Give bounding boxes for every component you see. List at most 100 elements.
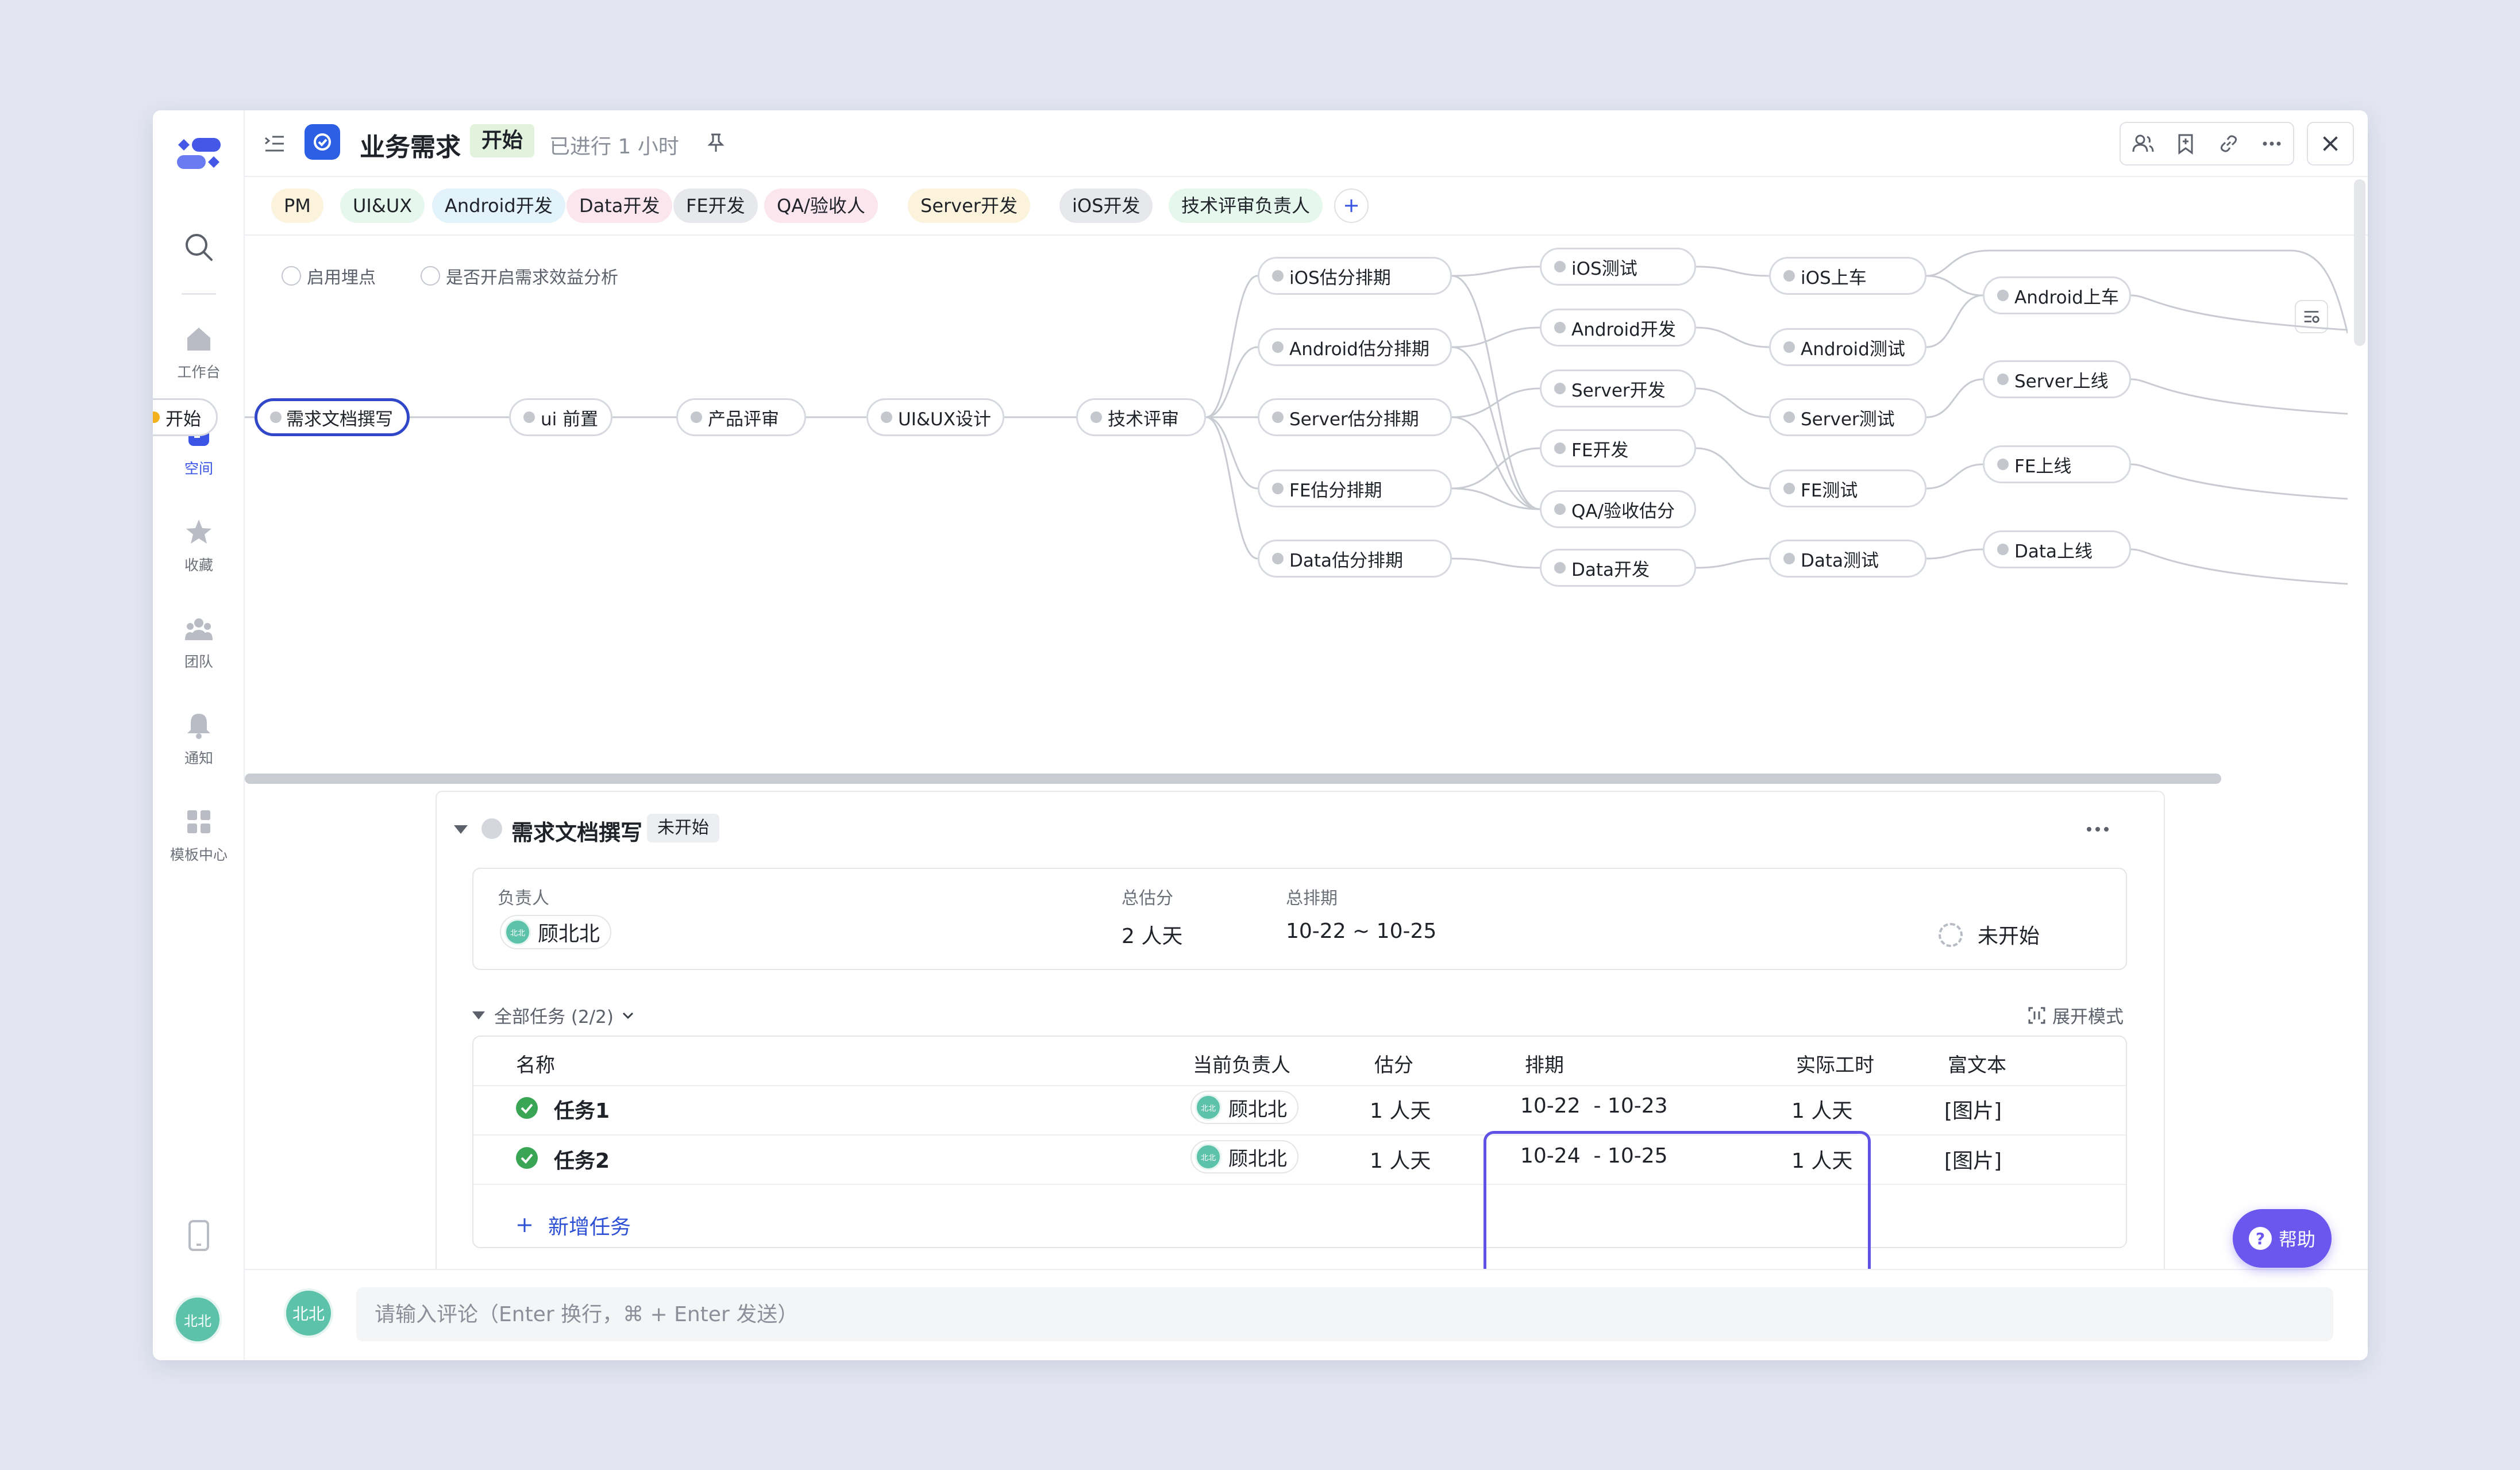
flow-node-srv_est[interactable]: Server估分排期 — [1258, 398, 1452, 436]
collapse-caret-icon[interactable] — [454, 825, 468, 834]
flow-node-srv_test[interactable]: Server测试 — [1769, 398, 1926, 436]
role-tag-pm[interactable]: PM — [271, 188, 323, 223]
flow-node-fe_test[interactable]: FE测试 — [1769, 470, 1926, 507]
owner-chip[interactable]: 北北 顾北北 — [500, 915, 612, 949]
vertical-scrollbar[interactable] — [2354, 179, 2365, 346]
flow-node-data_est[interactable]: Data估分排期 — [1258, 540, 1452, 578]
role-tag-data[interactable]: Data开发 — [567, 188, 673, 223]
assignee-chip[interactable]: 北北 顾北北 — [1190, 1140, 1298, 1173]
flow-node-ios_test[interactable]: iOS测试 — [1540, 248, 1696, 286]
link-icon — [2220, 135, 2237, 152]
flow-node-review[interactable]: 产品评审 — [676, 398, 806, 436]
flow-node-and_car[interactable]: Android上车 — [1983, 276, 2131, 314]
summary-status[interactable]: 未开始 — [1978, 919, 2040, 949]
sidebar-item-label: 模板中心 — [169, 846, 228, 863]
task-actual[interactable]: 1 人天 — [1791, 1144, 1852, 1174]
flow-node-ios_est[interactable]: iOS估分排期 — [1258, 257, 1452, 295]
sidebar-toggle-icon[interactable] — [263, 132, 286, 155]
flow-node-tech[interactable]: 技术评审 — [1076, 398, 1206, 436]
sidebar-item-favorites[interactable]: 收藏 — [153, 517, 245, 592]
pin-icon[interactable] — [704, 131, 727, 154]
task-name[interactable]: 任务2 — [554, 1144, 610, 1174]
flow-edge-ios_est-qa_est — [1451, 275, 1540, 510]
task-estimate[interactable]: 1 人天 — [1370, 1094, 1431, 1124]
node-status-dot-icon — [1997, 374, 2009, 385]
close-button[interactable] — [2307, 122, 2354, 166]
node-status-badge[interactable]: 未开始 — [647, 814, 719, 842]
node-status-dot-icon — [1783, 341, 1795, 353]
search-icon[interactable] — [182, 230, 216, 264]
flow-node-data_test[interactable]: Data测试 — [1769, 540, 1926, 578]
role-tag-fe[interactable]: FE开发 — [673, 188, 758, 223]
tasks-header[interactable]: 全部任务 (2/2) — [472, 1002, 637, 1028]
flow-node-ui[interactable]: ui 前置 — [509, 398, 612, 436]
comment-input[interactable] — [356, 1287, 2333, 1341]
avatar: 北北 — [504, 919, 531, 945]
task-schedule[interactable]: 10-22 - 10-23 — [1520, 1094, 1668, 1118]
app-logo-icon[interactable] — [175, 133, 223, 174]
role-tag-uiux[interactable]: UI&UX — [340, 188, 425, 223]
task-schedule[interactable]: 10-24 - 10-25 — [1520, 1144, 1668, 1168]
mobile-icon[interactable] — [186, 1219, 211, 1252]
sidebar-item-label: 工作台 — [177, 364, 221, 380]
role-tag-qa[interactable]: QA/验收人 — [764, 188, 878, 223]
bell-icon — [187, 714, 210, 739]
flow-node-srv_live[interactable]: Server上线 — [1983, 360, 2131, 398]
task-estimate[interactable]: 1 人天 — [1370, 1144, 1431, 1174]
flow-node-label: Server测试 — [1801, 409, 1895, 430]
flow-node-fe_est[interactable]: FE估分排期 — [1258, 470, 1452, 507]
flow-node-label: 技术评审 — [1108, 409, 1179, 430]
task-actual[interactable]: 1 人天 — [1791, 1094, 1852, 1124]
sidebar-item-templates[interactable]: 模板中心 — [153, 807, 245, 882]
stage-badge[interactable]: 开始 — [470, 124, 535, 157]
flow-node-ios_car[interactable]: iOS上车 — [1769, 257, 1926, 295]
more-icon[interactable] — [2083, 821, 2112, 838]
role-tag-android[interactable]: Android开发 — [432, 188, 565, 223]
bookmark-button[interactable] — [2164, 123, 2207, 164]
role-tag-ios[interactable]: iOS开发 — [1059, 188, 1153, 223]
more-button[interactable] — [2250, 123, 2293, 164]
flow-node-data_dev[interactable]: Data开发 — [1540, 549, 1696, 587]
help-button[interactable]: ? 帮助 — [2233, 1209, 2332, 1268]
avatar: 北北 — [1195, 1094, 1222, 1121]
sidebar-item-home[interactable]: 工作台 — [153, 324, 245, 399]
add-task-button[interactable]: 新增任务 — [516, 1210, 631, 1240]
assignee-chip[interactable]: 北北 顾北北 — [1190, 1091, 1298, 1124]
task-richtext[interactable]: [图片] — [1944, 1094, 2002, 1124]
flow-edge-srv_live-offscreen — [2130, 378, 2348, 415]
flow-node-qa_est[interactable]: QA/验收估分 — [1540, 490, 1696, 528]
horizontal-scrollbar[interactable] — [245, 774, 2221, 784]
user-avatar[interactable]: 北北 — [174, 1295, 222, 1344]
flow-edge-fe_test-fe_live — [1926, 463, 1983, 490]
flow-node-fe_live[interactable]: FE上线 — [1983, 445, 2131, 483]
schedule-value[interactable]: 10-22 ~ 10-25 — [1286, 919, 1436, 943]
flow-node-data_live[interactable]: Data上线 — [1983, 530, 2131, 568]
estimate-value: 2 人天 — [1122, 925, 1183, 948]
task-richtext[interactable]: [图片] — [1944, 1144, 2002, 1174]
add-role-button[interactable] — [1334, 188, 1369, 223]
flow-node-doc[interactable]: 需求文档撰写 — [255, 398, 410, 436]
copy-link-button[interactable] — [2207, 123, 2250, 164]
sidebar-item-team[interactable]: 团队 — [153, 614, 245, 688]
flow-node-start[interactable]: 开始 — [153, 398, 218, 436]
flow-node-srv_dev[interactable]: Server开发 — [1540, 370, 1696, 407]
flow-node-fe_dev[interactable]: FE开发 — [1540, 429, 1696, 467]
caret-down-icon — [472, 1011, 485, 1019]
flow-node-label: FE测试 — [1801, 480, 1858, 501]
flow-node-and_test[interactable]: Android测试 — [1769, 328, 1926, 366]
row-divider — [473, 1085, 2126, 1086]
sidebar-item-notifications[interactable]: 通知 — [153, 710, 245, 785]
flow-node-label: 开始 — [165, 409, 201, 430]
flow-node-and_est[interactable]: Android估分排期 — [1258, 328, 1452, 366]
flow-node-and_dev[interactable]: Android开发 — [1540, 309, 1696, 347]
flow-edge-data_test-data_live — [1926, 548, 1983, 560]
members-button[interactable] — [2121, 123, 2164, 164]
expand-mode-button[interactable]: 展开模式 — [2027, 1002, 2124, 1028]
home-icon — [187, 328, 210, 351]
task-name[interactable]: 任务1 — [554, 1094, 610, 1124]
row-divider — [473, 1184, 2126, 1185]
flow-node-uiux[interactable]: UI&UX设计 — [866, 398, 1004, 436]
role-tag-tech-review[interactable]: 技术评审负责人 — [1169, 188, 1323, 223]
owner-label: 负责人 — [498, 888, 549, 909]
role-tag-server[interactable]: Server开发 — [908, 188, 1030, 223]
